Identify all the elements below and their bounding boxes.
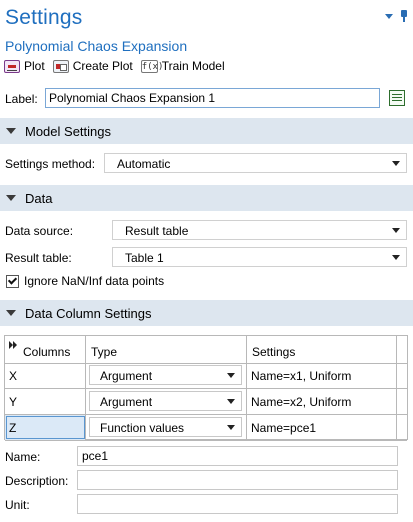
settings-cell[interactable]: Name=x2, Uniform: [247, 389, 397, 414]
label-row: Label:: [0, 88, 413, 110]
create-plot-button-label: Create Plot: [72, 59, 133, 73]
header-settings-label: Settings: [252, 345, 296, 359]
train-model-button-label: Train Model: [161, 59, 225, 73]
plot-button[interactable]: Plot: [4, 58, 45, 74]
type-value: Argument: [100, 369, 153, 383]
collapse-arrow-icon: [6, 128, 16, 134]
type-value: Function values: [100, 421, 185, 435]
type-cell: Argument: [86, 389, 247, 414]
settings-value: Name=x1, Uniform: [251, 369, 352, 383]
type-select[interactable]: Argument: [89, 365, 242, 385]
header-settings[interactable]: Settings: [247, 336, 397, 364]
collapse-arrow-icon: [6, 195, 16, 201]
label-options-icon[interactable]: [389, 90, 405, 106]
table-header: Columns Type Settings: [5, 336, 407, 364]
table-row[interactable]: Z Function values Name=pce1: [5, 415, 407, 441]
description-label: Description:: [5, 474, 69, 488]
settings-value: Name=x2, Uniform: [251, 395, 352, 409]
header-type[interactable]: Type: [86, 336, 247, 364]
type-select[interactable]: Argument: [89, 391, 242, 411]
settings-method-select[interactable]: Automatic: [104, 153, 407, 173]
checkmark-icon: [7, 275, 18, 285]
title-bar: Settings: [0, 0, 413, 36]
name-field[interactable]: [77, 446, 398, 466]
label-input[interactable]: [45, 88, 380, 108]
ignore-nan-checkbox[interactable]: [6, 275, 19, 288]
header-columns-label: Columns: [23, 345, 71, 359]
chevron-down-icon: [392, 255, 400, 260]
ignore-nan-label: Ignore NaN/Inf data points: [24, 274, 165, 288]
toolbar: Plot Create Plot f(x) Train Model: [4, 57, 225, 75]
result-table-value: Table 1: [125, 251, 164, 265]
plot-button-label: Plot: [24, 59, 45, 73]
collapse-arrow-icon: [6, 310, 16, 316]
data-source-label: Data source:: [5, 224, 74, 238]
window-title: Settings: [5, 6, 83, 29]
settings-cell[interactable]: Name=x1, Uniform: [247, 363, 397, 388]
expand-columns-icon[interactable]: [9, 341, 19, 349]
column-cell-selected[interactable]: Z: [5, 415, 86, 440]
result-table-select[interactable]: Table 1: [112, 247, 407, 267]
header-columns[interactable]: Columns: [5, 336, 86, 364]
unit-label: Unit:: [5, 498, 30, 512]
title-controls: [384, 10, 409, 22]
section-data-column-settings[interactable]: Data Column Settings: [0, 300, 413, 326]
chevron-down-icon: [227, 399, 235, 404]
column-cell[interactable]: Y: [5, 389, 86, 414]
unit-field[interactable]: [77, 494, 398, 514]
table-row[interactable]: Y Argument Name=x2, Uniform: [5, 389, 407, 415]
header-type-label: Type: [91, 345, 118, 359]
create-plot-icon: [52, 59, 69, 73]
pin-icon[interactable]: [399, 10, 409, 22]
data-source-value: Result table: [125, 224, 189, 238]
section-title: Model Settings: [25, 124, 111, 139]
data-columns-table: Columns Type Settings X Argument Name=x1…: [4, 335, 408, 441]
description-field[interactable]: [77, 470, 398, 490]
create-plot-button[interactable]: Create Plot: [52, 58, 133, 74]
chevron-down-icon: [227, 425, 235, 430]
section-data[interactable]: Data: [0, 185, 413, 211]
type-select[interactable]: Function values: [89, 417, 242, 437]
train-model-button[interactable]: f(x) Train Model: [140, 58, 225, 74]
column-name: Z: [9, 421, 17, 435]
section-title: Data: [25, 191, 53, 206]
chevron-down-icon: [392, 161, 400, 166]
node-type-subtitle: Polynomial Chaos Expansion: [5, 38, 188, 54]
section-title: Data Column Settings: [25, 306, 152, 321]
settings-cell[interactable]: Name=pce1: [247, 415, 397, 440]
plot-icon: [4, 59, 20, 73]
column-name: X: [9, 369, 18, 383]
column-name: Y: [9, 395, 18, 409]
data-source-select[interactable]: Result table: [112, 220, 407, 240]
name-label: Name:: [5, 450, 41, 464]
type-value: Argument: [100, 395, 153, 409]
chevron-down-icon: [392, 228, 400, 233]
label-field-label: Label:: [5, 92, 38, 106]
panel-menu-icon[interactable]: [384, 10, 394, 22]
settings-value: Name=pce1: [251, 421, 317, 435]
train-model-icon: f(x): [140, 59, 164, 73]
type-cell: Function values: [86, 415, 247, 440]
result-table-label: Result table:: [5, 251, 72, 265]
settings-method-label: Settings method:: [5, 157, 96, 171]
table-row[interactable]: X Argument Name=x1, Uniform: [5, 363, 407, 389]
column-cell[interactable]: X: [5, 363, 86, 388]
settings-method-value: Automatic: [117, 157, 171, 171]
chevron-down-icon: [227, 373, 235, 378]
type-cell: Argument: [86, 363, 247, 388]
section-model-settings[interactable]: Model Settings: [0, 118, 413, 144]
